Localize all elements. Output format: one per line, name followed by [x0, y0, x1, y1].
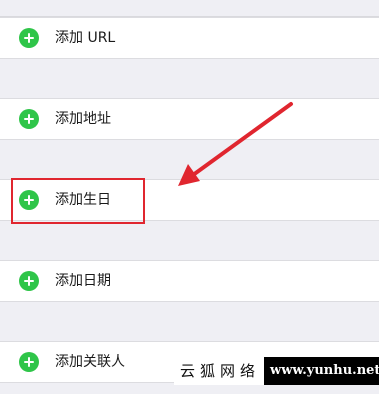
watermark-text: 云狐网络	[174, 357, 265, 385]
annotation-arrow-icon	[178, 102, 293, 186]
watermark: 云狐网络 www.yunhu.net	[174, 357, 379, 385]
watermark-url: www.yunhu.net	[264, 357, 379, 385]
